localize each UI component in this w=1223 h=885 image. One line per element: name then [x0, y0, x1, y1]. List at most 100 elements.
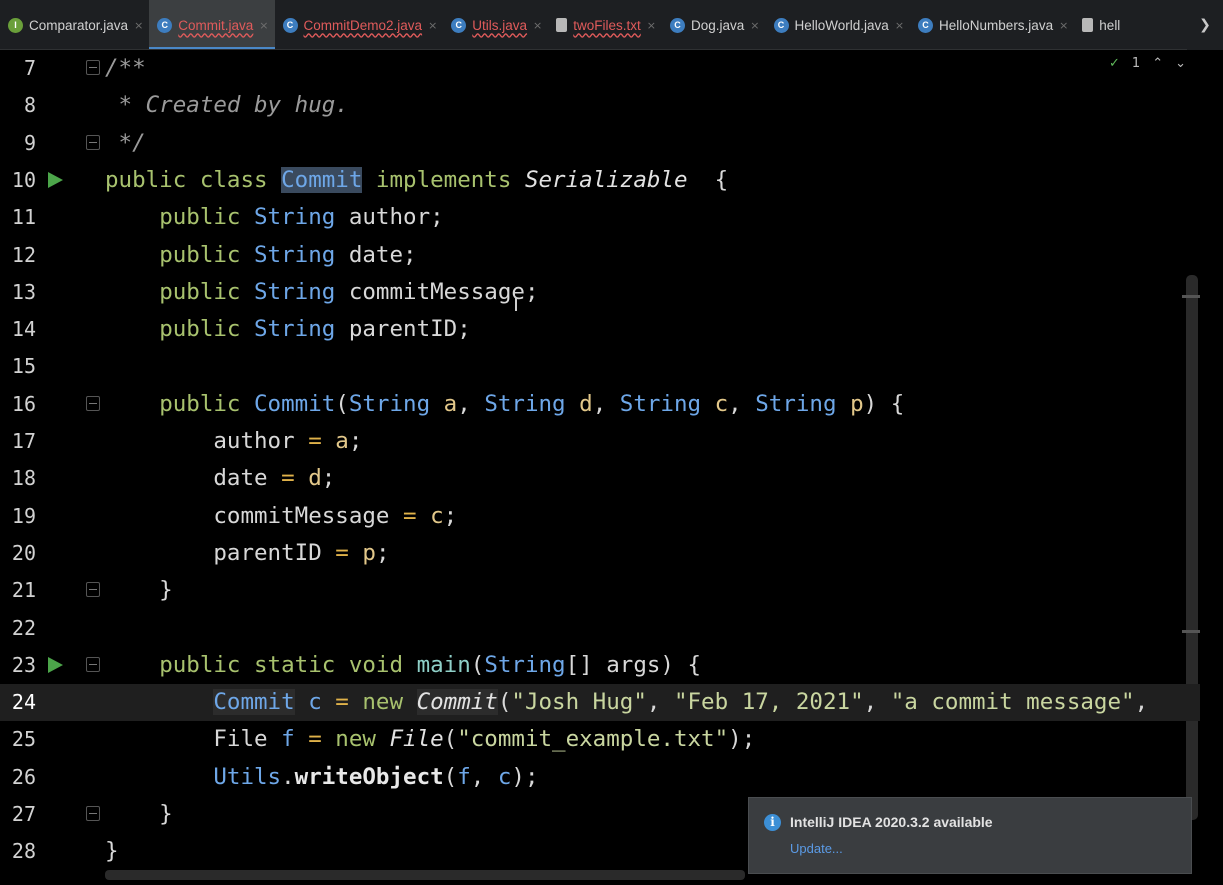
code-line[interactable]: 8 * Created by hug.: [0, 87, 1200, 124]
code-token: a: [321, 428, 349, 454]
code-token: p: [836, 390, 864, 417]
horizontal-scrollbar[interactable]: [105, 870, 745, 880]
code-token: commitMessage;: [335, 278, 539, 305]
line-number: 13: [11, 279, 36, 304]
code-line[interactable]: 10 public class Commit implements Seriali…: [0, 162, 1200, 199]
code-text: /**: [105, 50, 146, 87]
close-icon[interactable]: ×: [647, 19, 656, 32]
code-token: String: [755, 390, 837, 417]
code-text: public Commit(String a, String d, String…: [105, 386, 904, 423]
code-token: ,: [457, 390, 485, 417]
code-line[interactable]: 12 public String date;: [0, 237, 1200, 274]
code-editor[interactable]: ✓ 1 ⌃ ⌄ 7/** 8 * Created by hug. 9 */10 pub…: [0, 50, 1200, 885]
tab-label: Dog.java: [691, 17, 745, 33]
update-link[interactable]: Update...: [790, 841, 843, 856]
code-token: Commit: [416, 689, 498, 716]
tab-4[interactable]: twoFiles.txt ×: [548, 0, 662, 50]
code-token: public: [159, 316, 255, 343]
code-line[interactable]: 26 Utils.writeObject(f, c);: [0, 759, 1200, 796]
fold-icon[interactable]: [86, 395, 100, 411]
editor-tab-bar: I Comparator.java × C Commit.java × C CommitDem…: [0, 0, 1223, 50]
tab-overflow-chevron-icon[interactable]: ❯: [1187, 0, 1223, 50]
code-line[interactable]: 22: [0, 610, 1200, 647]
tab-1[interactable]: C Commit.java ×: [149, 0, 275, 50]
run-icon[interactable]: [48, 656, 63, 673]
code-line[interactable]: 18 date = d;: [0, 460, 1200, 497]
code-token: ,: [863, 689, 891, 716]
code-text: }: [105, 833, 119, 870]
code-token: c: [294, 689, 322, 716]
tab-2[interactable]: C CommitDemo2.java ×: [275, 0, 444, 50]
code-token: ;: [375, 539, 390, 566]
code-line[interactable]: 11 public String author;: [0, 199, 1200, 236]
line-number: 26: [11, 764, 36, 789]
fold-icon[interactable]: [86, 806, 100, 821]
code-line[interactable]: 24 Commit c = new Commit("Josh Hug", "Fe…: [0, 684, 1200, 722]
code-token: ,: [646, 689, 674, 716]
tab-3[interactable]: C Utils.java ×: [443, 0, 548, 50]
update-notification: i IntelliJ IDEA 2020.3.2 available Updat…: [748, 797, 1192, 874]
code-token: String: [619, 390, 702, 417]
fold-icon[interactable]: [86, 582, 100, 598]
code-token: c: [416, 502, 444, 529]
line-number: 14: [11, 317, 36, 342]
class-icon: C: [773, 17, 789, 33]
class-icon: C: [451, 17, 467, 33]
line-number: 22: [11, 615, 36, 640]
code-line[interactable]: 16 public Commit(String a, String d, Str…: [0, 386, 1200, 423]
line-number: 24: [11, 690, 36, 715]
class-icon: C: [157, 17, 173, 33]
code-token: =: [403, 502, 417, 529]
code-line[interactable]: 19 commitMessage = c;: [0, 498, 1200, 535]
line-number: 27: [11, 802, 36, 826]
notification-title: IntelliJ IDEA 2020.3.2 available: [790, 814, 993, 830]
code-line[interactable]: 15: [0, 348, 1200, 385]
code-line[interactable]: 14 public String parentID;: [0, 311, 1200, 348]
fold-icon[interactable]: [86, 656, 100, 672]
code-line[interactable]: 7 /**: [0, 50, 1200, 87]
close-icon[interactable]: ×: [1059, 19, 1068, 32]
code-line[interactable]: 17 author = a;: [0, 423, 1200, 460]
code-text: date = d;: [105, 460, 335, 497]
code-token: f: [457, 763, 471, 790]
code-line[interactable]: 9 */: [0, 125, 1200, 162]
code-token: new: [321, 726, 390, 753]
code-token: =: [321, 689, 349, 716]
close-icon[interactable]: ×: [533, 19, 542, 32]
code-token: author;: [335, 204, 444, 231]
code-token: c: [497, 763, 512, 790]
tab-6[interactable]: C HelloWorld.java ×: [766, 0, 911, 50]
code-token: parentID;: [335, 316, 471, 343]
code-line[interactable]: 25 File f = new File("commit_example.txt…: [0, 721, 1200, 758]
code-line[interactable]: 13 public String commitMessage;: [0, 274, 1200, 311]
close-icon[interactable]: ×: [259, 19, 268, 32]
close-icon[interactable]: ×: [895, 19, 904, 32]
code-line[interactable]: 23 public static void main(String[] args…: [0, 647, 1200, 684]
code-token: ,: [728, 390, 756, 417]
line-number: 8: [23, 93, 36, 118]
tab-0[interactable]: I Comparator.java ×: [0, 0, 149, 50]
run-icon[interactable]: [48, 171, 63, 188]
code-line[interactable]: 21 }: [0, 572, 1200, 609]
code-token: */: [105, 129, 146, 156]
code-token: Commit: [254, 390, 336, 417]
code-token: {: [687, 166, 729, 193]
fold-icon[interactable]: [86, 134, 100, 150]
close-icon[interactable]: ×: [750, 19, 759, 32]
close-icon[interactable]: ×: [428, 19, 437, 32]
close-icon[interactable]: ×: [134, 19, 143, 32]
tab-7[interactable]: C HelloNumbers.java ×: [910, 0, 1074, 50]
tab-5[interactable]: C Dog.java ×: [662, 0, 766, 50]
info-icon: i: [764, 814, 781, 831]
code-token: public: [159, 241, 255, 268]
code-line[interactable]: 20 parentID = p;: [0, 535, 1200, 572]
code-token: .: [281, 763, 295, 790]
code-token: writeObject: [294, 763, 444, 790]
line-number: 12: [11, 242, 36, 267]
fold-icon[interactable]: [86, 60, 100, 75]
interface-icon: I: [8, 17, 23, 33]
tab-8[interactable]: hell: [1074, 0, 1126, 50]
